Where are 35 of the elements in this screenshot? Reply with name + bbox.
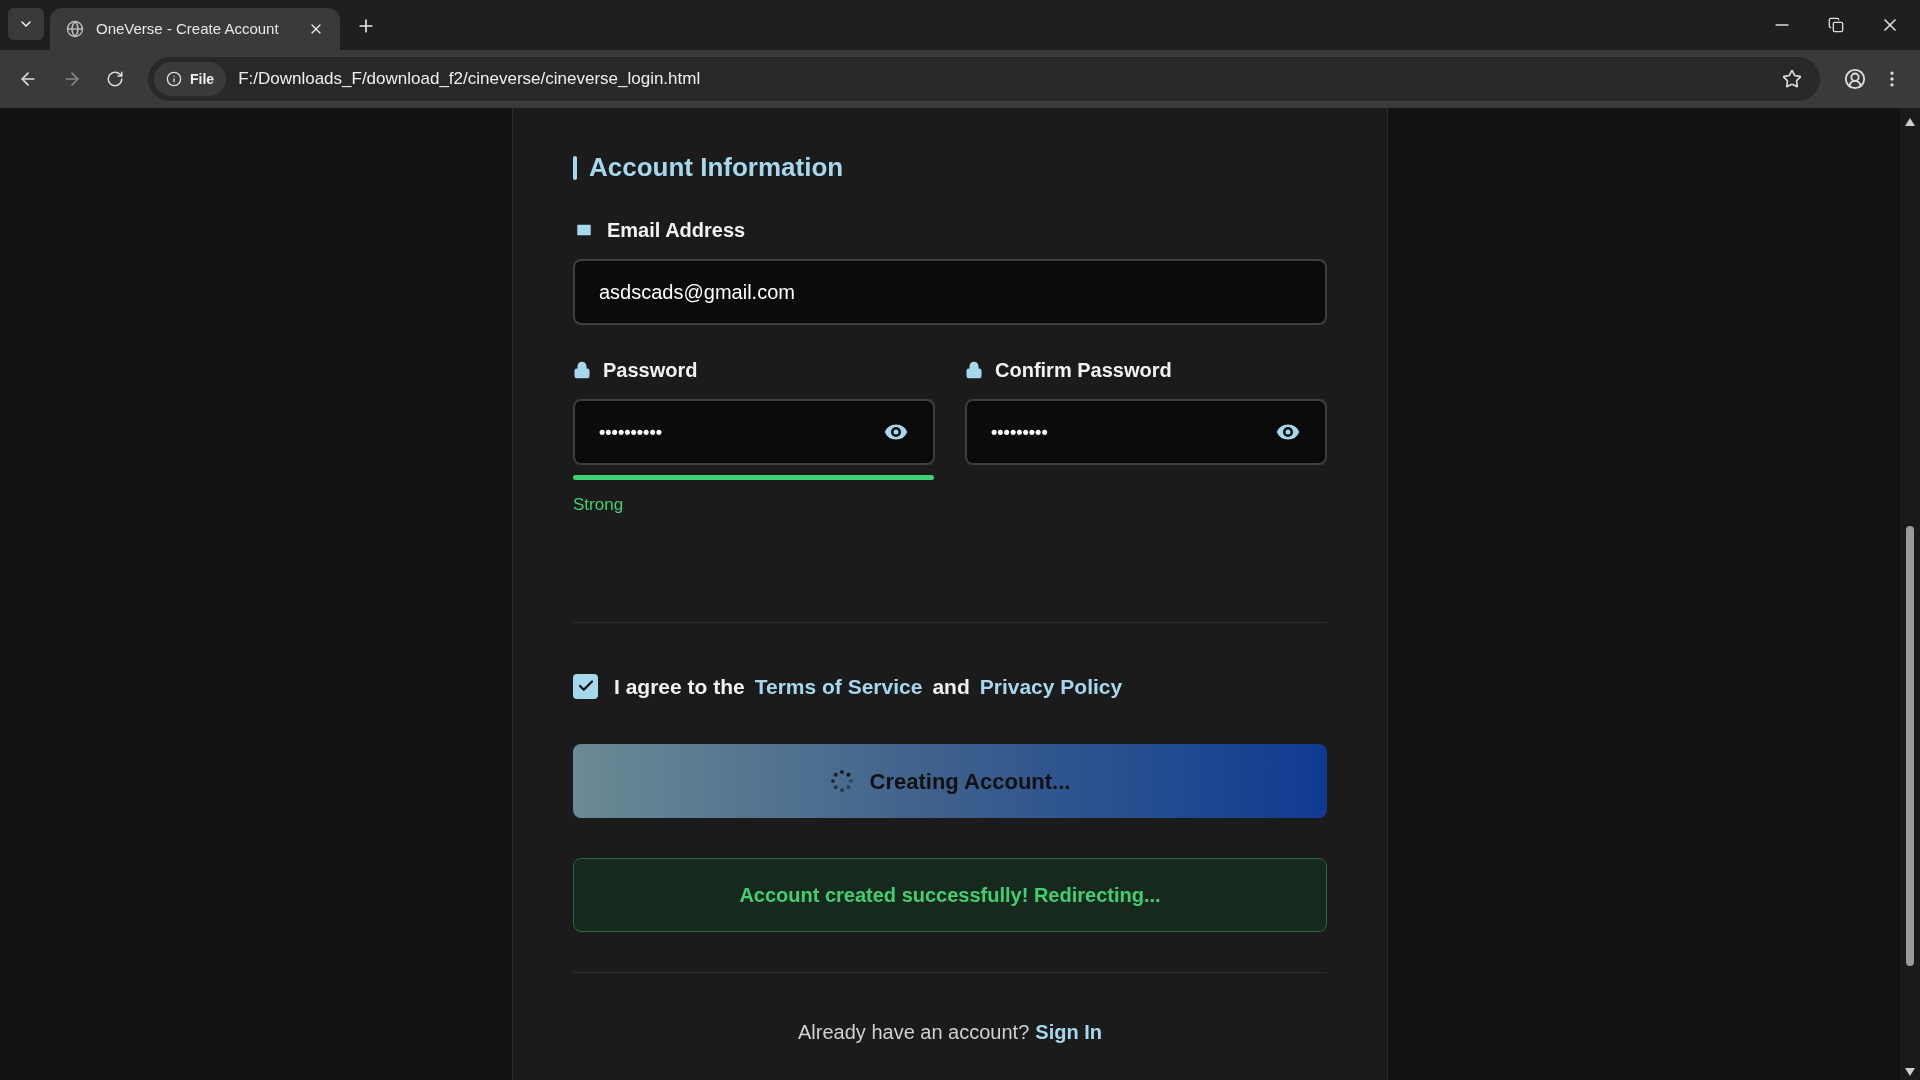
profile-icon[interactable]	[1844, 68, 1866, 90]
scrollbar[interactable]	[1900, 108, 1920, 1080]
section-title: Account Information	[589, 151, 844, 184]
address-bar[interactable]: File F:/Downloads_F/download_f2/cineverse/cineverse_login.html	[148, 57, 1820, 101]
agree-checkbox[interactable]	[573, 673, 598, 699]
field-label: Confirm Password	[995, 358, 1172, 383]
password-field[interactable]: •••••••••	[965, 399, 1327, 465]
signin-prompt: Already have an account?	[798, 1020, 1030, 1045]
lock-icon	[573, 360, 591, 380]
globe-icon	[66, 20, 84, 38]
browser-tab[interactable]: OneVerse - Create Account	[50, 8, 340, 50]
field-label: Password	[603, 358, 698, 383]
password-field[interactable]: ••••••••••	[573, 399, 935, 465]
privacy-link[interactable]: Privacy Policy	[979, 670, 1123, 702]
url-text: F:/Downloads_F/download_f2/cineverse/cineverse_login.html	[238, 68, 702, 91]
strength-label: Strong	[573, 494, 625, 516]
success-message: Account created successfully! Redirecting...	[573, 858, 1327, 932]
email-field[interactable]: asdscads@gmail.com	[573, 259, 1327, 325]
scroll-down-icon[interactable]	[1905, 1068, 1915, 1076]
field-label: Email Address	[607, 218, 746, 243]
reload-icon[interactable]	[106, 70, 124, 88]
tab-title: OneVerse - Create Account	[96, 18, 280, 39]
info-icon	[166, 71, 182, 87]
terms-link[interactable]: Terms of Service	[754, 670, 923, 702]
sign-in-link[interactable]: Sign In	[1035, 1017, 1102, 1047]
tab-list-button[interactable]	[8, 8, 44, 40]
agree-text: I agree to the	[614, 673, 745, 700]
lock-icon	[965, 360, 983, 380]
scroll-up-icon[interactable]	[1905, 118, 1915, 126]
heading-accent-bar	[573, 155, 577, 180]
restore-icon[interactable]	[1828, 17, 1844, 33]
scrollbar-thumb[interactable]	[1906, 526, 1914, 966]
agree-text: and	[932, 673, 970, 700]
bookmark-star-icon[interactable]	[1782, 69, 1802, 89]
site-info-chip[interactable]: File	[154, 62, 227, 96]
